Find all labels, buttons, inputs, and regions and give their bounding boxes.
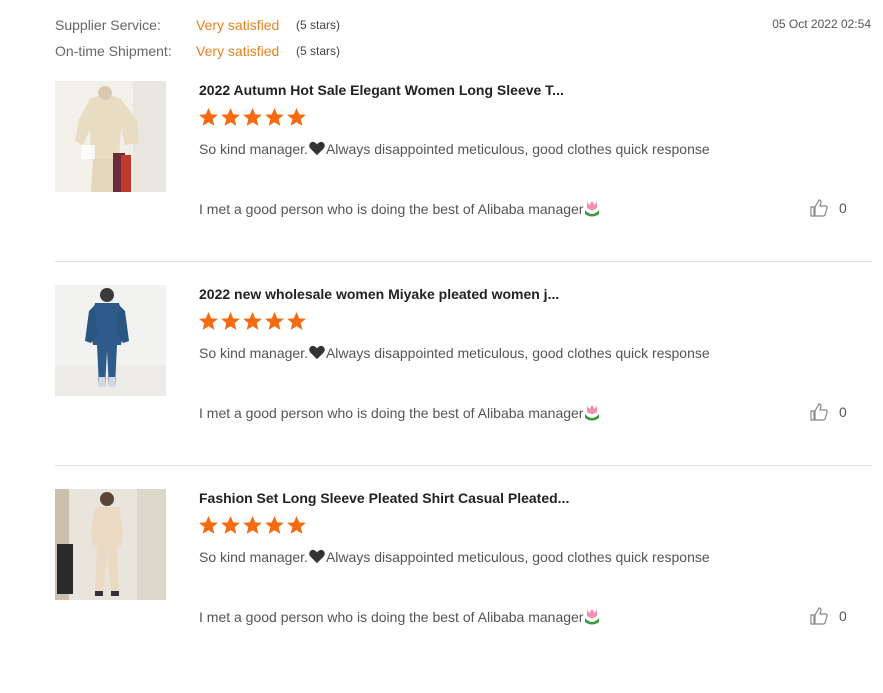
review-reply: I met a good person who is doing the bes… [199, 403, 601, 421]
supplier-service-label: Supplier Service: [55, 17, 161, 33]
star-icon [199, 108, 218, 126]
supplier-service-value: Very satisfied [196, 17, 280, 33]
ontime-shipment-value: Very satisfied [196, 43, 280, 59]
ontime-shipment-label: On-time Shipment: [55, 43, 172, 59]
divider [55, 261, 872, 262]
star-icon [287, 516, 306, 534]
review-item: 2022 Autumn Hot Sale Elegant Women Long … [55, 81, 872, 285]
product-thumbnail[interactable] [55, 489, 166, 600]
product-photo-icon [55, 489, 166, 600]
rating-stars [198, 107, 307, 127]
review-text: So kind manager. Always disappointed meti… [199, 139, 747, 159]
review-text-part2: Always disappointed meticulous, good clo… [325, 345, 710, 361]
tulip-icon [585, 201, 600, 217]
review-text-part1: So kind manager. [199, 345, 308, 361]
product-photo-icon [55, 81, 166, 192]
reply-text: I met a good person who is doing the bes… [199, 201, 584, 217]
review-text: So kind manager. Always disappointed meti… [199, 343, 747, 363]
star-icon [265, 312, 284, 330]
black-heart-icon [309, 549, 325, 564]
review-text-part2: Always disappointed meticulous, good clo… [325, 549, 710, 565]
star-icon [265, 108, 284, 126]
star-icon [221, 516, 240, 534]
star-icon [199, 516, 218, 534]
supplier-service-stars: (5 stars) [296, 18, 341, 32]
like-button[interactable]: 0 [809, 606, 847, 626]
divider [55, 465, 872, 466]
rating-stars [198, 515, 307, 535]
star-icon [221, 108, 240, 126]
reply-text: I met a good person who is doing the bes… [199, 609, 584, 625]
like-count: 0 [839, 200, 847, 216]
ontime-shipment-stars: (5 stars) [296, 44, 341, 58]
product-thumbnail[interactable] [55, 285, 166, 396]
star-icon [243, 516, 262, 534]
review-item: Fashion Set Long Sleeve Pleated Shirt Ca… [55, 489, 872, 693]
product-title-link[interactable]: Fashion Set Long Sleeve Pleated Shirt Ca… [199, 490, 569, 506]
thumbs-up-icon [810, 607, 828, 625]
thumbs-up-icon [810, 403, 828, 421]
star-icon [243, 108, 262, 126]
star-icon [287, 108, 306, 126]
review-text-part1: So kind manager. [199, 549, 308, 565]
review-reply: I met a good person who is doing the bes… [199, 607, 601, 625]
like-button[interactable]: 0 [809, 402, 847, 422]
product-title-link[interactable]: 2022 Autumn Hot Sale Elegant Women Long … [199, 82, 564, 98]
review-text-part2: Always disappointed meticulous, good clo… [325, 141, 710, 157]
product-thumbnail[interactable] [55, 81, 166, 192]
product-title-link[interactable]: 2022 new wholesale women Miyake pleated … [199, 286, 559, 302]
black-heart-icon [309, 345, 325, 360]
star-icon [243, 312, 262, 330]
reply-text: I met a good person who is doing the bes… [199, 405, 584, 421]
review-date: 05 Oct 2022 02:54 [772, 17, 871, 31]
review-text: So kind manager. Always disappointed meti… [199, 547, 747, 567]
like-button[interactable]: 0 [809, 198, 847, 218]
tulip-icon [585, 405, 600, 421]
thumbs-up-icon [810, 199, 828, 217]
black-heart-icon [309, 141, 325, 156]
review-reply: I met a good person who is doing the bes… [199, 199, 601, 217]
product-photo-icon [55, 285, 166, 396]
star-icon [287, 312, 306, 330]
like-count: 0 [839, 404, 847, 420]
tulip-icon [585, 609, 600, 625]
review-text-part1: So kind manager. [199, 141, 308, 157]
review-item: 2022 new wholesale women Miyake pleated … [55, 285, 872, 489]
rating-stars [198, 311, 307, 331]
star-icon [199, 312, 218, 330]
like-count: 0 [839, 608, 847, 624]
star-icon [265, 516, 284, 534]
star-icon [221, 312, 240, 330]
